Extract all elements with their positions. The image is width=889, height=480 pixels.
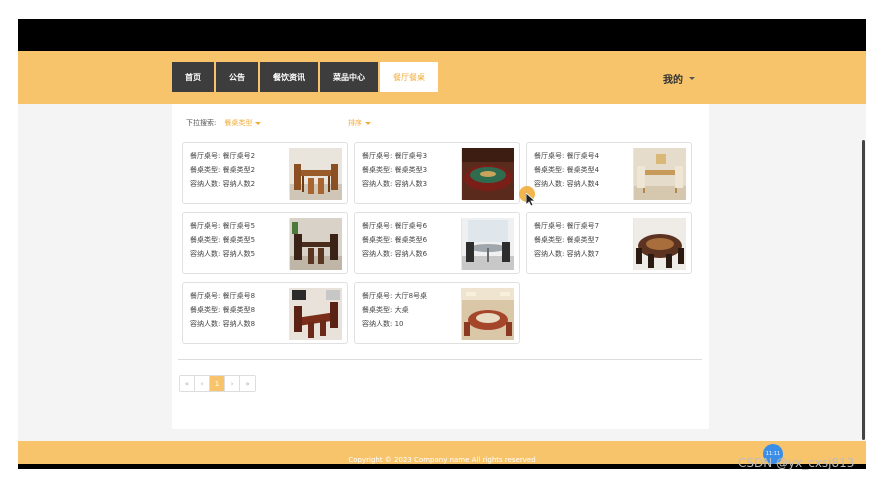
pagination: « ‹ 1 › » (179, 375, 256, 392)
card-info: 餐厅桌号: 餐厅桌号5 餐桌类型: 餐桌类型5 容纳人数: 容纳人数5 (190, 219, 255, 261)
sort-dropdown[interactable]: 排序 (348, 118, 371, 128)
pagination-page-current[interactable]: 1 (210, 376, 225, 391)
pagination-next-button[interactable]: › (225, 376, 240, 391)
nav-news[interactable]: 餐饮资讯 (260, 62, 318, 92)
nav-dishes[interactable]: 菜品中心 (320, 62, 378, 92)
site-header: 首页 公告 餐饮资讯 菜品中心 餐厅餐桌 我的 (18, 51, 866, 104)
table-card[interactable]: 餐厅桌号: 餐厅桌号5 餐桌类型: 餐桌类型5 容纳人数: 容纳人数5 (182, 212, 348, 274)
card-table-no: 餐厅桌号: 餐厅桌号5 (190, 222, 256, 230)
card-capacity: 容纳人数: 容纳人数2 (190, 180, 256, 188)
banquet-hall-photo (462, 288, 514, 340)
filter-bar: 下拉搜索: 餐桌类型 (186, 118, 262, 128)
card-capacity: 容纳人数: 10 (362, 320, 404, 328)
card-table-no: 餐厅桌号: 大厅8号桌 (362, 292, 428, 300)
card-capacity: 容纳人数: 容纳人数4 (534, 180, 600, 188)
red-wood-dining-set-photo (290, 288, 342, 340)
table-card[interactable]: 餐厅桌号: 餐厅桌号7 餐桌类型: 餐桌类型7 容纳人数: 容纳人数7 (526, 212, 692, 274)
nav-announcements[interactable]: 公告 (216, 62, 258, 92)
card-info: 餐厅桌号: 大厅8号桌 餐桌类型: 大桌 容纳人数: 10 (362, 289, 427, 331)
card-table-no: 餐厅桌号: 餐厅桌号3 (362, 152, 428, 160)
page-scrollbar[interactable] (862, 140, 865, 440)
card-image[interactable] (461, 288, 514, 340)
card-type: 餐桌类型: 餐桌类型5 (190, 236, 256, 244)
card-image[interactable] (461, 148, 514, 200)
card-table-no: 餐厅桌号: 餐厅桌号2 (190, 152, 256, 160)
card-capacity: 容纳人数: 容纳人数5 (190, 250, 256, 258)
card-table-no: 餐厅桌号: 餐厅桌号7 (534, 222, 600, 230)
light-wood-table-photo (634, 148, 686, 200)
user-menu[interactable]: 我的 (663, 71, 695, 86)
dark-dining-set-photo (290, 218, 342, 270)
main-nav: 首页 公告 餐饮资讯 菜品中心 餐厅餐桌 (172, 62, 438, 92)
card-info: 餐厅桌号: 餐厅桌号6 餐桌类型: 餐桌类型6 容纳人数: 容纳人数6 (362, 219, 427, 261)
card-type: 餐桌类型: 餐桌类型2 (190, 166, 256, 174)
card-capacity: 容纳人数: 容纳人数8 (190, 320, 256, 328)
wooden-dining-table-photo (290, 148, 342, 200)
table-card[interactable]: 餐厅桌号: 餐厅桌号3 餐桌类型: 餐桌类型3 容纳人数: 容纳人数3 (354, 142, 520, 204)
watermark-text: CSDN @yx_cxsj813 (738, 456, 855, 470)
card-type: 餐桌类型: 餐桌类型3 (362, 166, 428, 174)
card-info: 餐厅桌号: 餐厅桌号8 餐桌类型: 餐桌类型8 容纳人数: 容纳人数8 (190, 289, 255, 331)
card-type: 餐桌类型: 餐桌类型7 (534, 236, 600, 244)
table-type-dropdown[interactable]: 餐桌类型 (224, 118, 262, 128)
card-image[interactable] (633, 218, 686, 270)
chevron-down-icon (255, 121, 262, 125)
table-type-dropdown-label: 餐桌类型 (224, 119, 253, 127)
sort-dropdown-label: 排序 (348, 119, 362, 127)
pagination-last-button[interactable]: » (240, 376, 255, 391)
card-type: 餐桌类型: 餐桌类型6 (362, 236, 428, 244)
card-type: 餐桌类型: 大桌 (362, 306, 409, 314)
card-image[interactable] (461, 218, 514, 270)
card-image[interactable] (289, 148, 342, 200)
nav-home[interactable]: 首页 (172, 62, 214, 92)
top-black-bar (18, 19, 866, 51)
table-card[interactable]: 餐厅桌号: 大厅8号桌 餐桌类型: 大桌 容纳人数: 10 (354, 282, 520, 344)
pagination-first-button[interactable]: « (180, 376, 195, 391)
card-capacity: 容纳人数: 容纳人数6 (362, 250, 428, 258)
large-round-table-photo (634, 218, 686, 270)
card-image[interactable] (633, 148, 686, 200)
card-type: 餐桌类型: 餐桌类型4 (534, 166, 600, 174)
round-banquet-table-photo (462, 148, 514, 200)
card-table-no: 餐厅桌号: 餐厅桌号6 (362, 222, 428, 230)
card-capacity: 容纳人数: 容纳人数3 (362, 180, 428, 188)
filter-label: 下拉搜索: (186, 119, 217, 127)
card-capacity: 容纳人数: 容纳人数7 (534, 250, 600, 258)
content-panel: 下拉搜索: 餐桌类型 排序 餐厅桌号: 餐厅桌号2 餐桌类型: 餐桌类型2 容纳… (172, 104, 709, 429)
card-info: 餐厅桌号: 餐厅桌号3 餐桌类型: 餐桌类型3 容纳人数: 容纳人数3 (362, 149, 427, 191)
card-image[interactable] (289, 288, 342, 340)
card-info: 餐厅桌号: 餐厅桌号2 餐桌类型: 餐桌类型2 容纳人数: 容纳人数2 (190, 149, 255, 191)
browser-viewport: 首页 公告 餐饮资讯 菜品中心 餐厅餐桌 我的 下拉搜索: 餐桌类型 排序 餐厅… (18, 19, 866, 469)
chevron-down-icon (689, 77, 695, 80)
glass-round-table-photo (462, 218, 514, 270)
card-table-no: 餐厅桌号: 餐厅桌号4 (534, 152, 600, 160)
table-card[interactable]: 餐厅桌号: 餐厅桌号2 餐桌类型: 餐桌类型2 容纳人数: 容纳人数2 (182, 142, 348, 204)
nav-tables[interactable]: 餐厅餐桌 (380, 62, 438, 92)
card-table-no: 餐厅桌号: 餐厅桌号8 (190, 292, 256, 300)
user-menu-label: 我的 (663, 75, 683, 86)
chevron-down-icon (365, 121, 371, 125)
mouse-pointer-icon (526, 193, 536, 207)
table-card[interactable]: 餐厅桌号: 餐厅桌号8 餐桌类型: 餐桌类型8 容纳人数: 容纳人数8 (182, 282, 348, 344)
pagination-prev-button[interactable]: ‹ (195, 376, 210, 391)
table-card[interactable]: 餐厅桌号: 餐厅桌号6 餐桌类型: 餐桌类型6 容纳人数: 容纳人数6 (354, 212, 520, 274)
card-info: 餐厅桌号: 餐厅桌号7 餐桌类型: 餐桌类型7 容纳人数: 容纳人数7 (534, 219, 599, 261)
table-card[interactable]: 餐厅桌号: 餐厅桌号4 餐桌类型: 餐桌类型4 容纳人数: 容纳人数4 (526, 142, 692, 204)
card-type: 餐桌类型: 餐桌类型8 (190, 306, 256, 314)
card-image[interactable] (289, 218, 342, 270)
card-info: 餐厅桌号: 餐厅桌号4 餐桌类型: 餐桌类型4 容纳人数: 容纳人数4 (534, 149, 599, 191)
content-divider (178, 359, 702, 360)
